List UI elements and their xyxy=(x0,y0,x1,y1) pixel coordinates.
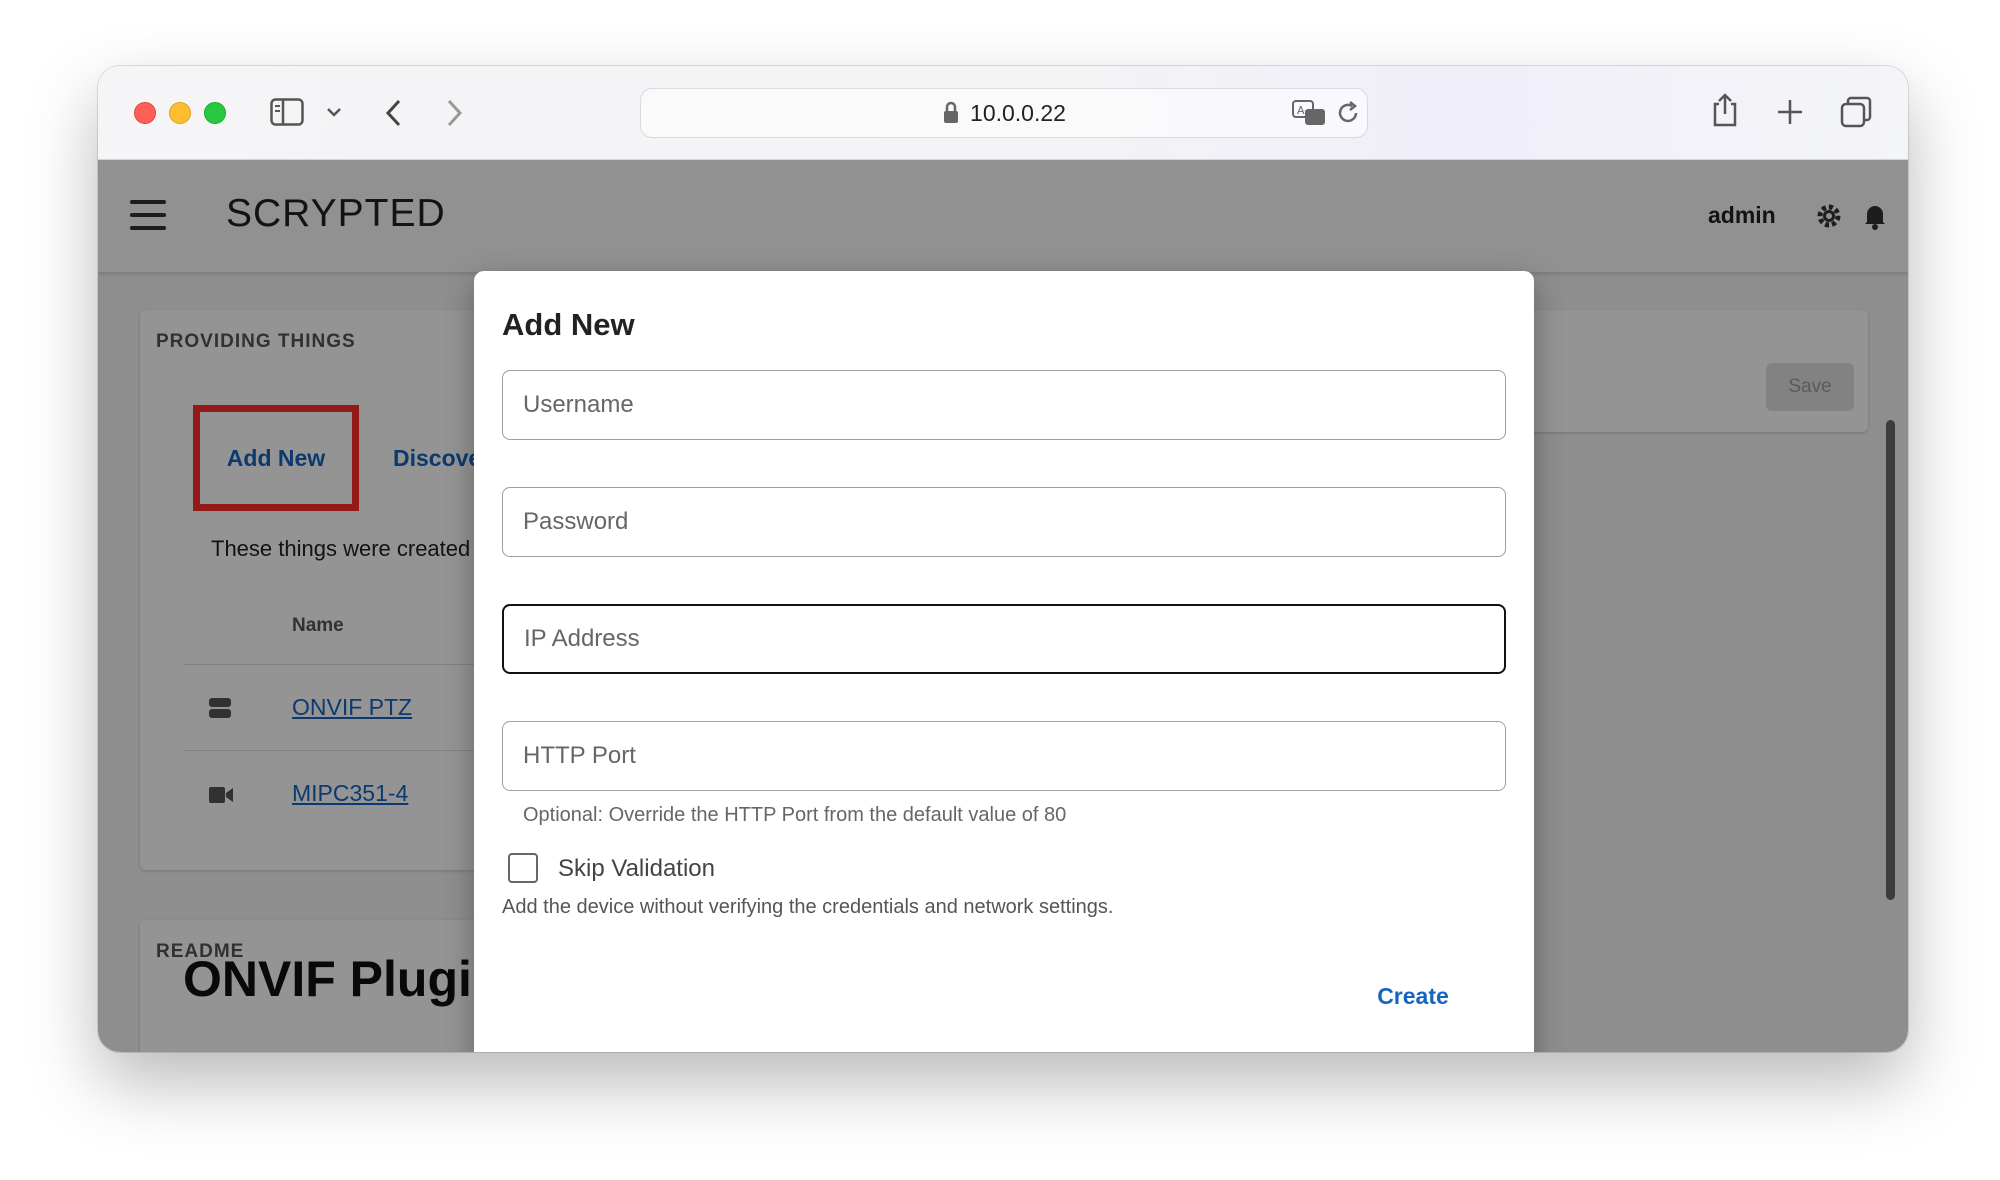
chevron-down-icon[interactable] xyxy=(326,106,342,118)
ip-address-input[interactable] xyxy=(504,606,1504,672)
skip-validation-label[interactable]: Skip Validation xyxy=(558,855,715,883)
reload-icon[interactable] xyxy=(1335,100,1361,126)
close-window-button[interactable] xyxy=(134,102,156,124)
back-arrow-icon[interactable] xyxy=(384,98,404,128)
password-input[interactable] xyxy=(503,488,1505,556)
skip-validation-description: Add the device without verifying the cre… xyxy=(502,896,1114,918)
zoom-window-button[interactable] xyxy=(204,102,226,124)
tab-overview-icon[interactable] xyxy=(1840,96,1872,128)
svg-text:A: A xyxy=(1297,104,1305,117)
sidebar-toggle-icon[interactable] xyxy=(270,98,304,126)
page-content: SCRYPTED admin PROVIDING THINGS Add New … xyxy=(98,160,1908,1052)
url-text: 10.0.0.22 xyxy=(970,99,1066,126)
minimize-window-button[interactable] xyxy=(169,102,191,124)
add-new-dialog: Add New Optional: Override the HTTP Port… xyxy=(474,271,1534,1052)
address-bar[interactable]: 10.0.0.22 A xyxy=(640,88,1368,138)
username-input[interactable] xyxy=(503,371,1505,439)
translate-icon[interactable]: A xyxy=(1291,99,1327,127)
dialog-title: Add New xyxy=(502,307,635,342)
skip-validation-checkbox[interactable] xyxy=(508,853,538,883)
lock-icon xyxy=(944,101,959,123)
forward-arrow-icon[interactable] xyxy=(444,98,464,128)
share-icon[interactable] xyxy=(1710,92,1740,128)
password-field[interactable] xyxy=(502,487,1506,557)
http-port-hint: Optional: Override the HTTP Port from th… xyxy=(523,804,1067,826)
http-port-field[interactable] xyxy=(502,721,1506,791)
new-tab-icon[interactable] xyxy=(1776,98,1804,126)
http-port-input[interactable] xyxy=(503,722,1505,790)
create-button[interactable]: Create xyxy=(1348,971,1478,1021)
ip-address-field[interactable] xyxy=(502,604,1506,674)
username-field[interactable] xyxy=(502,370,1506,440)
browser-toolbar: 10.0.0.22 A xyxy=(98,66,1908,160)
browser-window: 10.0.0.22 A SCRYPTED admin PROVIDING THI… xyxy=(98,66,1908,1052)
